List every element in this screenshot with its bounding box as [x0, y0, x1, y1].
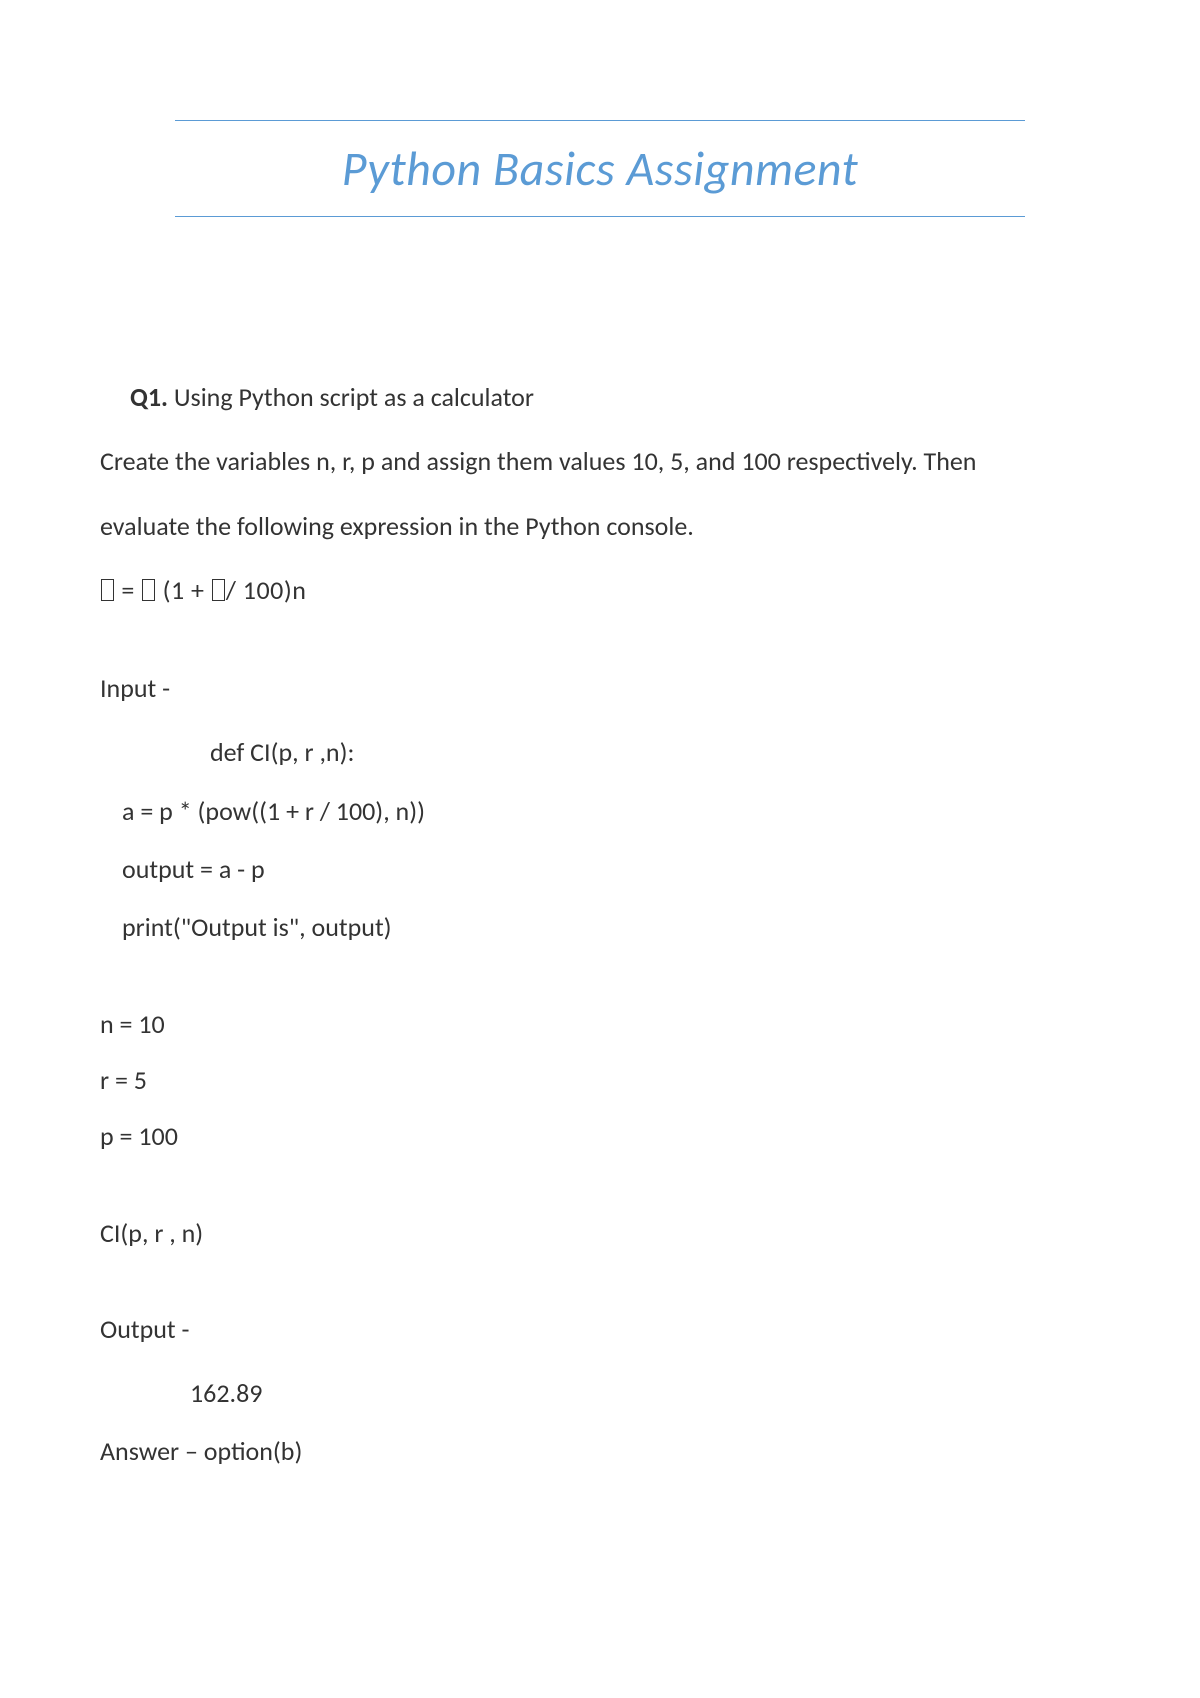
- question-label: Q1.: [130, 381, 168, 413]
- output-value: 162.89: [190, 1373, 1100, 1413]
- question-heading: Q1. Using Python script as a calculator: [130, 377, 1100, 417]
- formula-part-1: =: [115, 574, 141, 606]
- assign-r: r = 5: [100, 1060, 1100, 1100]
- formula-part-2: (1 +: [156, 574, 211, 606]
- assignment-block: n = 10 r = 5 p = 100: [100, 1004, 1100, 1157]
- output-label: Output -: [100, 1309, 1100, 1349]
- code-line-2: output = a - p: [122, 849, 1100, 889]
- document-title: Python Basics Assignment: [175, 139, 1025, 198]
- formula-part-3: / 100)n: [226, 574, 307, 606]
- document-body: Q1. Using Python script as a calculator …: [100, 377, 1100, 1472]
- assign-p: p = 100: [100, 1116, 1100, 1156]
- placeholder-box-icon: [142, 579, 155, 601]
- code-def-line: def CI(p, r ,n):: [210, 732, 1100, 772]
- question-text: Using Python script as a calculator: [168, 381, 534, 413]
- question-paragraph-1: Create the variables n, r, p and assign …: [100, 441, 1100, 481]
- answer-line: Answer – option(b): [100, 1431, 1100, 1471]
- code-line-3: print("Output is", output): [122, 907, 1100, 947]
- formula-expression: = (1 + / 100)n: [100, 570, 1100, 610]
- input-label: Input -: [100, 668, 1100, 708]
- question-paragraph-2: evaluate the following expression in the…: [100, 506, 1100, 546]
- placeholder-box-icon: [101, 579, 114, 601]
- placeholder-box-icon: [212, 579, 225, 601]
- assign-n: n = 10: [100, 1004, 1100, 1044]
- code-line-1: a = p * (pow((1 + r / 100), n)): [122, 791, 1100, 831]
- code-block: def CI(p, r ,n): a = p * (pow((1 + r / 1…: [100, 732, 1100, 947]
- title-container: Python Basics Assignment: [175, 120, 1025, 217]
- function-call: CI(p, r , n): [100, 1213, 1100, 1253]
